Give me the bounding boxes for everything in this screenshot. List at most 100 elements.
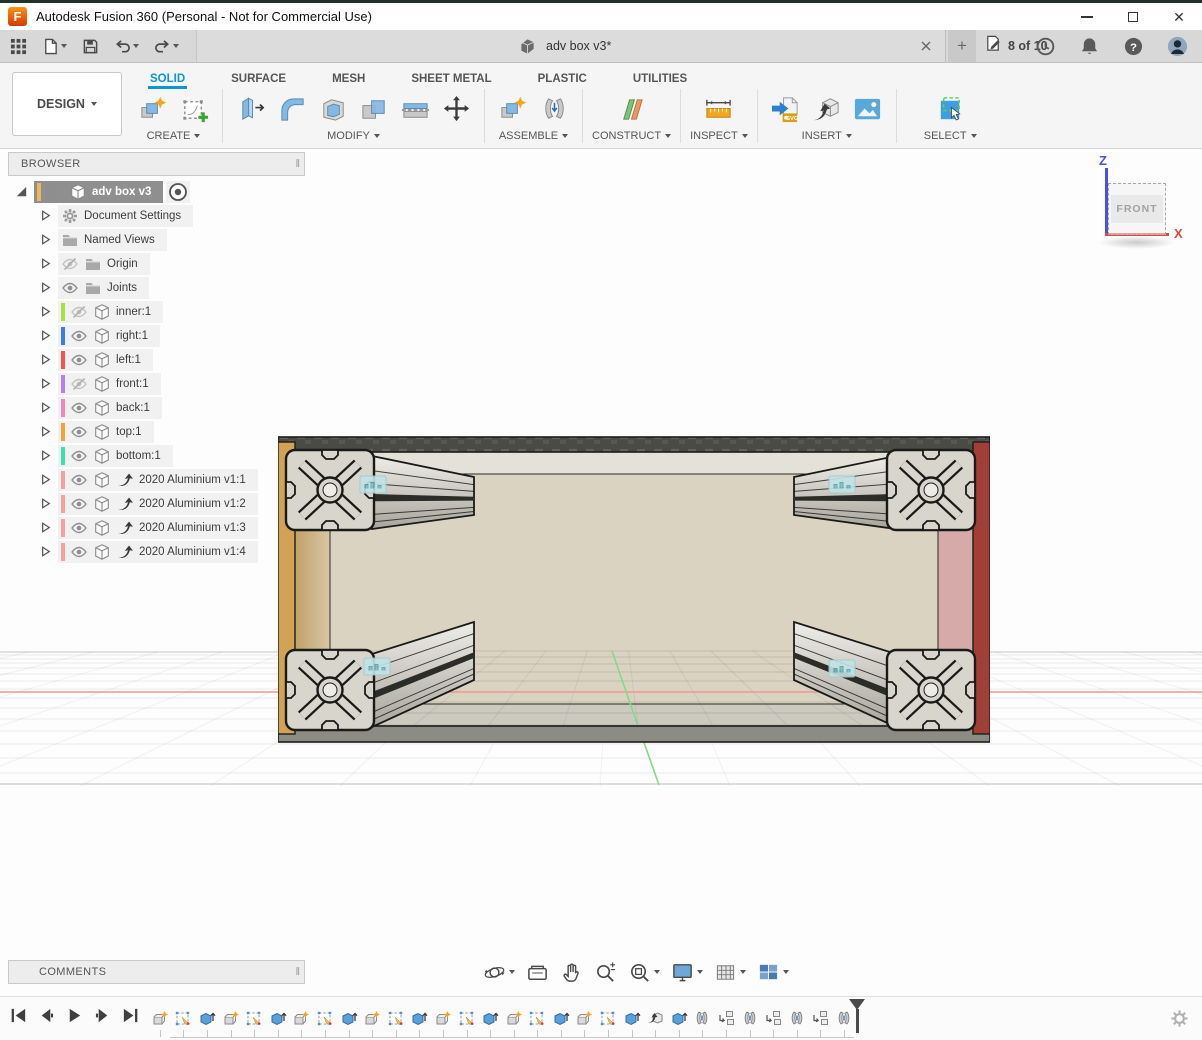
extrusion-end-face[interactable] bbox=[887, 650, 975, 730]
minimize-button[interactable] bbox=[1064, 3, 1110, 30]
eye-icon[interactable] bbox=[70, 519, 88, 537]
timeline-feature-extrude[interactable] bbox=[549, 1000, 573, 1037]
expander-closed-icon[interactable] bbox=[38, 424, 55, 441]
browser-item-2020-aluminium-v1-1[interactable]: 2020 Aluminium v1:1 bbox=[8, 468, 305, 492]
timeline-feature-component[interactable] bbox=[360, 1000, 384, 1037]
timeline-feature-component[interactable] bbox=[290, 1000, 314, 1037]
ribbon-tab-utilities[interactable]: UTILITIES bbox=[631, 73, 689, 89]
play-button[interactable] bbox=[64, 1007, 85, 1028]
eye-icon[interactable] bbox=[46, 183, 64, 201]
expander-closed-icon[interactable] bbox=[38, 520, 55, 537]
browser-item-inner-1[interactable]: inner:1 bbox=[8, 300, 305, 324]
close-button[interactable]: ✕ bbox=[1156, 3, 1202, 30]
timeline-feature-joint[interactable] bbox=[738, 1000, 762, 1037]
timeline-feature-sketch[interactable] bbox=[172, 1000, 196, 1037]
activate-component-radio[interactable] bbox=[166, 181, 190, 203]
expander-closed-icon[interactable] bbox=[38, 232, 55, 249]
panel-grip-icon[interactable]: ‖ bbox=[295, 966, 300, 978]
viewports-button[interactable] bbox=[754, 959, 792, 986]
timeline-feature-extrude[interactable] bbox=[195, 1000, 219, 1037]
look-at-button[interactable] bbox=[523, 959, 552, 986]
new-component-button[interactable] bbox=[134, 90, 172, 128]
timeline-feature-component[interactable] bbox=[148, 1000, 172, 1037]
grid-settings-button[interactable] bbox=[711, 959, 749, 986]
panel-grip-icon[interactable]: ‖ bbox=[295, 158, 300, 170]
browser-item-joints[interactable]: Joints bbox=[8, 276, 305, 300]
step-back-button[interactable] bbox=[36, 1007, 57, 1028]
timeline-feature-extrude[interactable] bbox=[667, 1000, 691, 1037]
fit-button[interactable] bbox=[625, 959, 663, 986]
joint-button[interactable] bbox=[535, 90, 573, 128]
timeline-feature-extrude[interactable] bbox=[266, 1000, 290, 1037]
expander-closed-icon[interactable] bbox=[38, 256, 55, 273]
move-button[interactable] bbox=[437, 90, 475, 128]
timeline-feature-joint[interactable] bbox=[691, 1000, 715, 1037]
zoom-button[interactable] bbox=[591, 959, 620, 986]
timeline-feature-sketch[interactable] bbox=[384, 1000, 408, 1037]
canvas-button[interactable] bbox=[849, 90, 887, 128]
ribbon-tab-plastic[interactable]: PLASTIC bbox=[536, 73, 589, 89]
eye-icon[interactable] bbox=[70, 399, 88, 417]
browser-item-2020-aluminium-v1-2[interactable]: 2020 Aluminium v1:2 bbox=[8, 492, 305, 516]
help-button[interactable]: ? bbox=[1119, 33, 1148, 60]
orbit-button[interactable] bbox=[480, 959, 518, 986]
redo-button[interactable] bbox=[150, 35, 183, 58]
timeline-feature-sketch[interactable] bbox=[313, 1000, 337, 1037]
timeline-position-marker[interactable] bbox=[849, 999, 865, 1033]
press-pull-button[interactable] bbox=[232, 90, 270, 128]
app-grid-button[interactable] bbox=[6, 35, 31, 58]
browser-panel-header[interactable]: BROWSER ‖ bbox=[8, 152, 305, 176]
expander-closed-icon[interactable] bbox=[38, 448, 55, 465]
browser-item-back-1[interactable]: back:1 bbox=[8, 396, 305, 420]
ribbon-group-label[interactable]: SELECT bbox=[924, 130, 977, 142]
timeline-feature-extrude[interactable] bbox=[478, 1000, 502, 1037]
browser-item-right-1[interactable]: right:1 bbox=[8, 324, 305, 348]
ribbon-tab-sheet-metal[interactable]: SHEET METAL bbox=[409, 73, 493, 89]
box-bottom-panel[interactable] bbox=[278, 726, 990, 742]
comments-panel-header[interactable]: COMMENTS ‖ bbox=[8, 960, 305, 984]
create-sketch-button[interactable] bbox=[175, 90, 213, 128]
eye-icon[interactable] bbox=[70, 471, 88, 489]
insert-svg-button[interactable]: SVG bbox=[767, 90, 805, 128]
avatar-button[interactable] bbox=[1163, 33, 1192, 60]
timeline-feature-rigid-group[interactable] bbox=[809, 1000, 833, 1037]
go-to-end-button[interactable] bbox=[120, 1007, 141, 1028]
display-settings-button[interactable] bbox=[668, 959, 706, 986]
timeline-feature-extrude[interactable] bbox=[337, 1000, 361, 1037]
expander-closed-icon[interactable] bbox=[38, 328, 55, 345]
shell-button[interactable] bbox=[314, 90, 352, 128]
extrusion-end-face[interactable] bbox=[286, 650, 374, 730]
expander-closed-icon[interactable] bbox=[38, 376, 55, 393]
extrusion-end-face[interactable] bbox=[887, 450, 975, 530]
expander-closed-icon[interactable] bbox=[38, 304, 55, 321]
eye-icon[interactable] bbox=[61, 279, 79, 297]
eye-icon[interactable] bbox=[70, 495, 88, 513]
timeline-feature-component[interactable] bbox=[502, 1000, 526, 1037]
browser-item-origin[interactable]: Origin bbox=[8, 252, 305, 276]
timeline-feature-sketch[interactable] bbox=[596, 1000, 620, 1037]
ribbon-tab-solid[interactable]: SOLID bbox=[148, 73, 187, 89]
timeline-feature-rigid-group[interactable] bbox=[761, 1000, 785, 1037]
file-new-button[interactable] bbox=[38, 35, 71, 58]
ribbon-group-label[interactable]: INSERT bbox=[802, 130, 852, 142]
ribbon-group-label[interactable]: INSPECT bbox=[690, 130, 748, 142]
document-tab[interactable]: adv box v3* bbox=[196, 30, 946, 62]
box-assembly-model[interactable] bbox=[278, 432, 990, 744]
expander-closed-icon[interactable] bbox=[38, 544, 55, 561]
timeline-feature-sketch[interactable] bbox=[242, 1000, 266, 1037]
ribbon-group-label[interactable]: CREATE bbox=[147, 130, 201, 142]
eye-icon[interactable] bbox=[70, 327, 88, 345]
assemble-component-button[interactable] bbox=[494, 90, 532, 128]
view-cube[interactable]: FRONT Z X bbox=[1090, 158, 1202, 262]
construct-plane-button[interactable] bbox=[613, 90, 651, 128]
pan-button[interactable] bbox=[557, 959, 586, 986]
expander-open-icon[interactable] bbox=[14, 184, 31, 201]
bell-button[interactable] bbox=[1075, 33, 1104, 60]
ribbon-group-label[interactable]: CONSTRUCT bbox=[592, 130, 671, 142]
browser-item-2020-aluminium-v1-4[interactable]: 2020 Aluminium v1:4 bbox=[8, 540, 305, 564]
expander-closed-icon[interactable] bbox=[38, 280, 55, 297]
expander-closed-icon[interactable] bbox=[38, 496, 55, 513]
timeline-feature-extrude[interactable] bbox=[408, 1000, 432, 1037]
ribbon-group-label[interactable]: MODIFY bbox=[327, 130, 380, 142]
eye-off-icon[interactable] bbox=[61, 255, 79, 273]
